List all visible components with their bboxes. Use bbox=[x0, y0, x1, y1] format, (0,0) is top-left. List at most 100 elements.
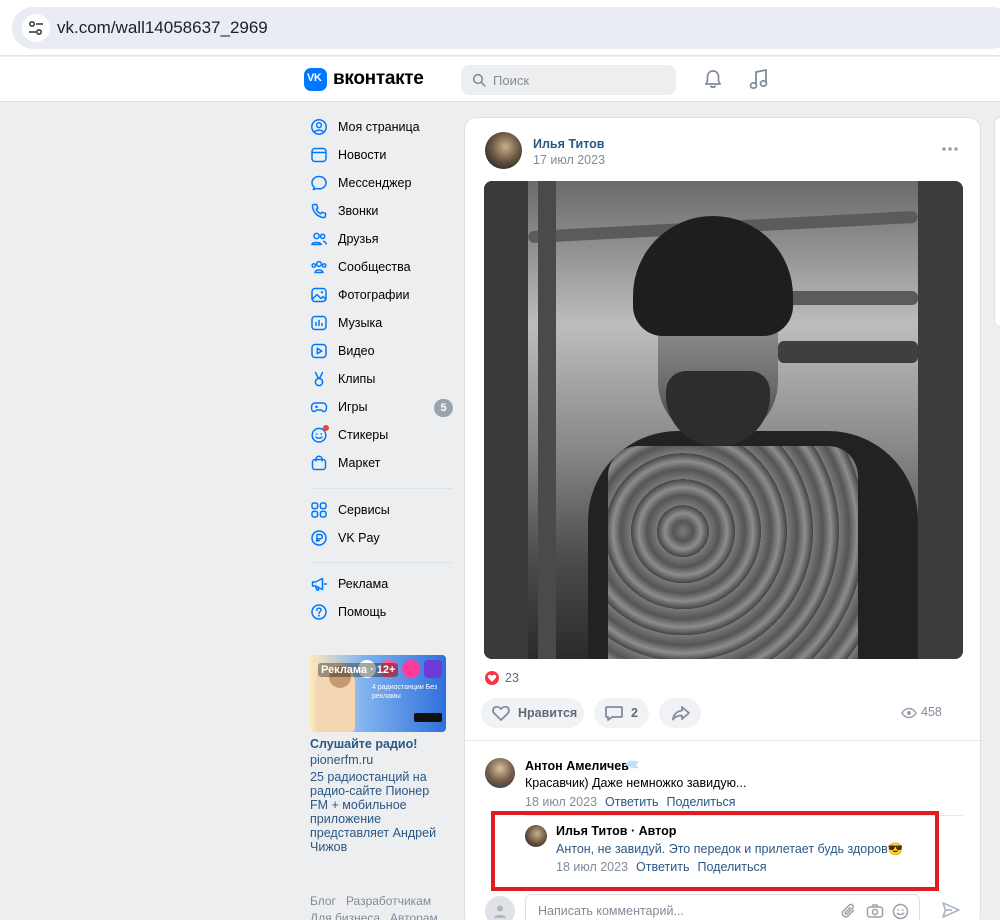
ad-label: Реклама · 12+ bbox=[318, 663, 399, 677]
vkpay-icon bbox=[311, 530, 327, 546]
sidebar-item-messenger[interactable]: Мессенджер bbox=[304, 170, 454, 196]
footer-link-blog[interactable]: Блог bbox=[310, 894, 336, 908]
music-icon bbox=[311, 315, 327, 331]
heart-icon bbox=[485, 671, 499, 685]
sidebar-item-label: Маркет bbox=[338, 456, 381, 470]
right-panel-edge bbox=[994, 117, 1000, 327]
sidebar-item-label: Музыка bbox=[338, 316, 383, 330]
post-divider bbox=[465, 740, 980, 741]
sidebar-item-photos[interactable]: Фотографии bbox=[304, 282, 454, 308]
vk-logo-icon[interactable]: VK bbox=[304, 68, 327, 91]
sidebar-item-help[interactable]: Помощь bbox=[304, 599, 454, 625]
share-link[interactable]: Поделиться bbox=[666, 795, 735, 809]
share-button[interactable] bbox=[659, 698, 701, 728]
sidebar-item-label: Помощь bbox=[338, 605, 387, 619]
sidebar-divider bbox=[310, 562, 452, 563]
author-avatar[interactable] bbox=[485, 132, 522, 169]
help-icon bbox=[311, 604, 327, 620]
ad-banner-image[interactable]: Реклама · 12+ 4 радиостанции Без рекламы bbox=[310, 655, 446, 732]
sidebar-item-label: Клипы bbox=[338, 372, 376, 386]
ad-domain[interactable]: pionerfm.ru bbox=[310, 753, 373, 767]
attach-icon[interactable] bbox=[841, 903, 857, 920]
music-note-icon[interactable] bbox=[748, 67, 770, 91]
footer-link-authors[interactable]: Авторам bbox=[390, 911, 438, 920]
comment-button[interactable]: 2 bbox=[594, 698, 649, 728]
sidebar-item-label: Моя страница bbox=[338, 120, 420, 134]
comment-date[interactable]: 18 июл 2023 bbox=[525, 795, 597, 809]
sidebar-item-news[interactable]: Новости bbox=[304, 142, 454, 168]
sidebar-item-label: Стикеры bbox=[338, 428, 389, 442]
ad-banner-text: 4 радиостанции Без рекламы bbox=[372, 684, 438, 700]
commenter-avatar[interactable] bbox=[485, 758, 515, 788]
url-field[interactable]: vk.com/wall14058637_2969 bbox=[12, 7, 1000, 49]
games-count-badge: 5 bbox=[434, 399, 453, 417]
post-date[interactable]: 17 июл 2023 bbox=[533, 153, 605, 167]
sidebar-item-label: Сообщества bbox=[338, 260, 411, 274]
post-author-name[interactable]: Илья Титов bbox=[533, 137, 605, 151]
vk-header: VK вконтакте bbox=[0, 57, 1000, 102]
more-options-icon[interactable] bbox=[941, 146, 959, 152]
my-avatar bbox=[485, 896, 515, 920]
clips-icon bbox=[314, 371, 324, 387]
sidebar-item-vkpay[interactable]: VK Pay bbox=[304, 525, 454, 551]
sidebar-item-label: Игры bbox=[338, 400, 368, 414]
video-icon bbox=[311, 343, 327, 359]
ad-title[interactable]: Слушайте радио! bbox=[310, 737, 417, 751]
views-count: 458 bbox=[901, 705, 942, 719]
comment-input[interactable] bbox=[538, 902, 838, 920]
sidebar-item-friends[interactable]: Друзья bbox=[304, 226, 454, 252]
sidebar-item-my-page[interactable]: Моя страница bbox=[304, 114, 454, 140]
url-text: vk.com/wall14058637_2969 bbox=[57, 18, 268, 37]
sidebar-divider bbox=[310, 488, 452, 489]
sidebar-item-label: VK Pay bbox=[338, 531, 380, 545]
site-settings-icon[interactable] bbox=[22, 14, 50, 42]
app-store-badge-icon bbox=[414, 713, 442, 722]
sidebar-item-label: Фотографии bbox=[338, 288, 410, 302]
like-button[interactable]: Нравится bbox=[481, 698, 584, 728]
post-photo[interactable] bbox=[484, 181, 963, 659]
red-highlight-box bbox=[491, 811, 939, 891]
new-badge-dot bbox=[323, 425, 329, 431]
sidebar-item-market[interactable]: Маркет bbox=[304, 450, 454, 476]
radio-logo-icon bbox=[402, 660, 420, 678]
comment-author[interactable]: Антон Амеличев bbox=[525, 759, 629, 773]
sidebar-item-ads[interactable]: Реклама bbox=[304, 571, 454, 597]
search-input[interactable] bbox=[493, 70, 668, 90]
browser-address-bar: vk.com/wall14058637_2969 bbox=[0, 0, 1000, 56]
bell-icon[interactable] bbox=[702, 68, 724, 90]
ad-description[interactable]: 25 радиостанций на радио-сайте Пионер FM… bbox=[310, 770, 450, 854]
heart-outline-icon bbox=[492, 705, 510, 721]
sidebar-item-music[interactable]: Музыка bbox=[304, 310, 454, 336]
sidebar-item-label: Друзья bbox=[338, 232, 379, 246]
sidebar-item-stickers[interactable]: Стикеры bbox=[304, 422, 454, 448]
user-placeholder-icon bbox=[494, 905, 506, 918]
camera-icon[interactable] bbox=[866, 903, 884, 919]
sidebar-item-video[interactable]: Видео bbox=[304, 338, 454, 364]
photo-content bbox=[527, 181, 919, 659]
message-icon bbox=[311, 175, 327, 191]
sidebar-item-label: Звонки bbox=[338, 204, 379, 218]
communities-icon bbox=[311, 260, 327, 274]
footer-link-business[interactable]: Для бизнеса bbox=[310, 911, 380, 920]
footer-links: Блог Разработчикам Для бизнеса Авторам bbox=[310, 893, 460, 920]
comment-input-box[interactable] bbox=[525, 894, 920, 920]
send-icon[interactable] bbox=[941, 901, 961, 919]
comments-count: 2 bbox=[631, 706, 638, 720]
radio-logo-icon bbox=[424, 660, 442, 678]
search-box[interactable] bbox=[461, 65, 676, 95]
footer-link-developers[interactable]: Разработчикам bbox=[346, 894, 431, 908]
sidebar-item-communities[interactable]: Сообщества bbox=[304, 254, 454, 280]
sidebar-item-clips[interactable]: Клипы bbox=[304, 366, 454, 392]
friends-icon bbox=[311, 232, 328, 246]
reply-link[interactable]: Ответить bbox=[605, 795, 658, 809]
sidebar-item-services[interactable]: Сервисы bbox=[304, 497, 454, 523]
sidebar-item-calls[interactable]: Звонки bbox=[304, 198, 454, 224]
emoji-icon[interactable] bbox=[892, 903, 909, 920]
share-arrow-icon bbox=[672, 706, 690, 721]
comment-meta: 18 июл 2023 Ответить Поделиться bbox=[525, 795, 736, 809]
vk-wordmark[interactable]: вконтакте bbox=[333, 68, 424, 90]
user-circle-icon bbox=[311, 119, 327, 135]
comment-text: Красавчик) Даже немножко завидую... bbox=[525, 776, 747, 790]
sidebar-item-games[interactable]: Игры 5 bbox=[304, 394, 454, 420]
news-icon bbox=[311, 147, 327, 163]
